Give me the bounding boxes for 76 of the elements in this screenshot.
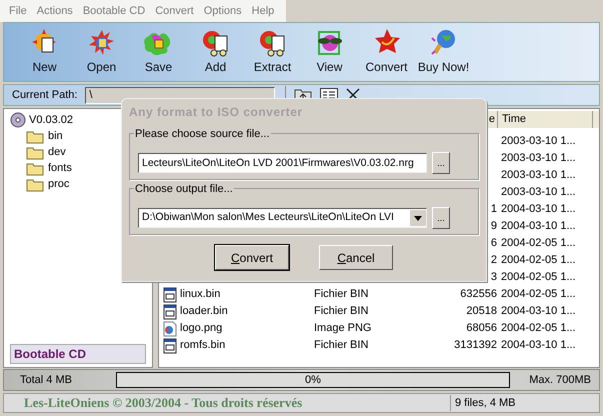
- file-name[interactable]: romfs.bin: [180, 337, 226, 354]
- file-name[interactable]: logo.png: [180, 320, 222, 337]
- dialog-button[interactable]: Cancel: [319, 245, 393, 270]
- program-file-icon: [163, 304, 177, 320]
- browse-button[interactable]: ...: [432, 152, 450, 174]
- progress-reading: 0%: [304, 373, 322, 387]
- toolbar-button[interactable]: New: [16, 28, 73, 76]
- toolbar-button[interactable]: Save: [130, 28, 187, 76]
- file-type: Fichier BIN: [314, 288, 368, 300]
- tree-item[interactable]: dev: [48, 144, 66, 161]
- file-time: 2004-02-05 1...: [501, 237, 576, 250]
- menu-item[interactable]: Actions: [32, 2, 78, 20]
- file-time: 2004-03-10 1...: [501, 339, 576, 352]
- tree-item[interactable]: proc: [48, 176, 70, 193]
- file-size: 20518: [466, 304, 497, 320]
- file-time: 2004-02-05 1...: [501, 288, 576, 300]
- file-type: Image PNG: [314, 322, 372, 334]
- disc-icon: [10, 112, 26, 128]
- total-size: Total 4 MB: [19, 372, 73, 388]
- menu-item[interactable]: Options: [198, 2, 247, 20]
- file-size: 3: [490, 270, 497, 286]
- file-name[interactable]: linux.bin: [180, 286, 220, 303]
- file-time: 2004-02-05 1...: [501, 254, 576, 266]
- max-size: Max. 700MB: [528, 372, 592, 388]
- folder-icon: [26, 162, 44, 176]
- flower-document-icon: [258, 28, 288, 58]
- program-file-icon: [163, 286, 177, 302]
- toolbar-button[interactable]: Buy Now!: [415, 28, 472, 76]
- sidebar-footer: Bootable CD: [10, 344, 146, 364]
- dialog-button[interactable]: Convert: [215, 245, 289, 270]
- copyright-text: Les-LiteOniens © 2003/2004 - Tous droits réservés: [23, 394, 304, 412]
- file-type: Fichier BIN: [314, 305, 368, 318]
- file-summary: 9 files, 4 MB: [450, 394, 599, 412]
- file-time: 2003-03-10 1...: [501, 169, 576, 182]
- folder-icon: [26, 146, 44, 160]
- column-header[interactable]: Time: [498, 111, 593, 128]
- browse-button[interactable]: ...: [432, 206, 450, 228]
- menu-item[interactable]: Convert: [150, 2, 199, 20]
- menu-item[interactable]: Help: [246, 2, 280, 20]
- file-time: 2003-03-10 1...: [501, 186, 576, 198]
- menu-item[interactable]: Bootable CD: [78, 2, 150, 20]
- header-background: [593, 111, 599, 128]
- file-time: 2004-03-10 1...: [501, 305, 576, 318]
- toolbar-button[interactable]: Convert: [358, 28, 415, 76]
- output-file-dropdown[interactable]: D:\Obiwan\Mon salon\Mes Lecteurs\LiteOn\LiteOn LVI: [138, 208, 427, 228]
- file-size: 6: [490, 236, 497, 252]
- file-size: 3131392: [454, 338, 497, 354]
- file-size: 632556: [460, 287, 497, 302]
- file-time: 2004-02-05 1...: [501, 322, 576, 334]
- toolbar-button[interactable]: Open: [73, 28, 130, 76]
- file-time: 2004-03-10 1...: [501, 203, 576, 216]
- file-name[interactable]: loader.bin: [180, 303, 228, 320]
- menu-item[interactable]: File: [4, 2, 32, 20]
- tree-item[interactable]: bin: [48, 128, 63, 145]
- tree-item[interactable]: fonts: [48, 160, 72, 177]
- file-size: 68056: [466, 321, 497, 336]
- file-time: 2004-02-05 1...: [501, 271, 576, 284]
- tree-item[interactable]: V0.03.02: [29, 112, 74, 128]
- program-file-icon: [163, 338, 177, 354]
- toolbar-button[interactable]: Add: [187, 28, 244, 76]
- group-label: Choose output file...: [134, 181, 234, 198]
- flower-document-icon: [200, 28, 230, 58]
- folder-icon: [26, 178, 44, 192]
- file-time: 2003-03-10 1...: [501, 152, 576, 164]
- toolbar-button[interactable]: View: [301, 28, 358, 76]
- file-time: 2004-03-10 1...: [501, 220, 576, 232]
- source-file-field[interactable]: Lecteurs\LiteOn\LiteOn LVD 2001\Firmwares\V0.03.02.nrg: [138, 152, 427, 172]
- file-size: 9: [490, 219, 497, 234]
- path-label: Current Path:: [11, 88, 78, 103]
- file-type: Fichier BIN: [314, 339, 368, 352]
- file-size: 1: [490, 202, 497, 218]
- toolbar-button[interactable]: Extract: [244, 28, 301, 76]
- file-time: 2003-03-10 1...: [501, 135, 576, 148]
- image-file-icon: [163, 320, 177, 336]
- file-size: 2: [490, 253, 497, 268]
- folder-icon: [26, 130, 44, 144]
